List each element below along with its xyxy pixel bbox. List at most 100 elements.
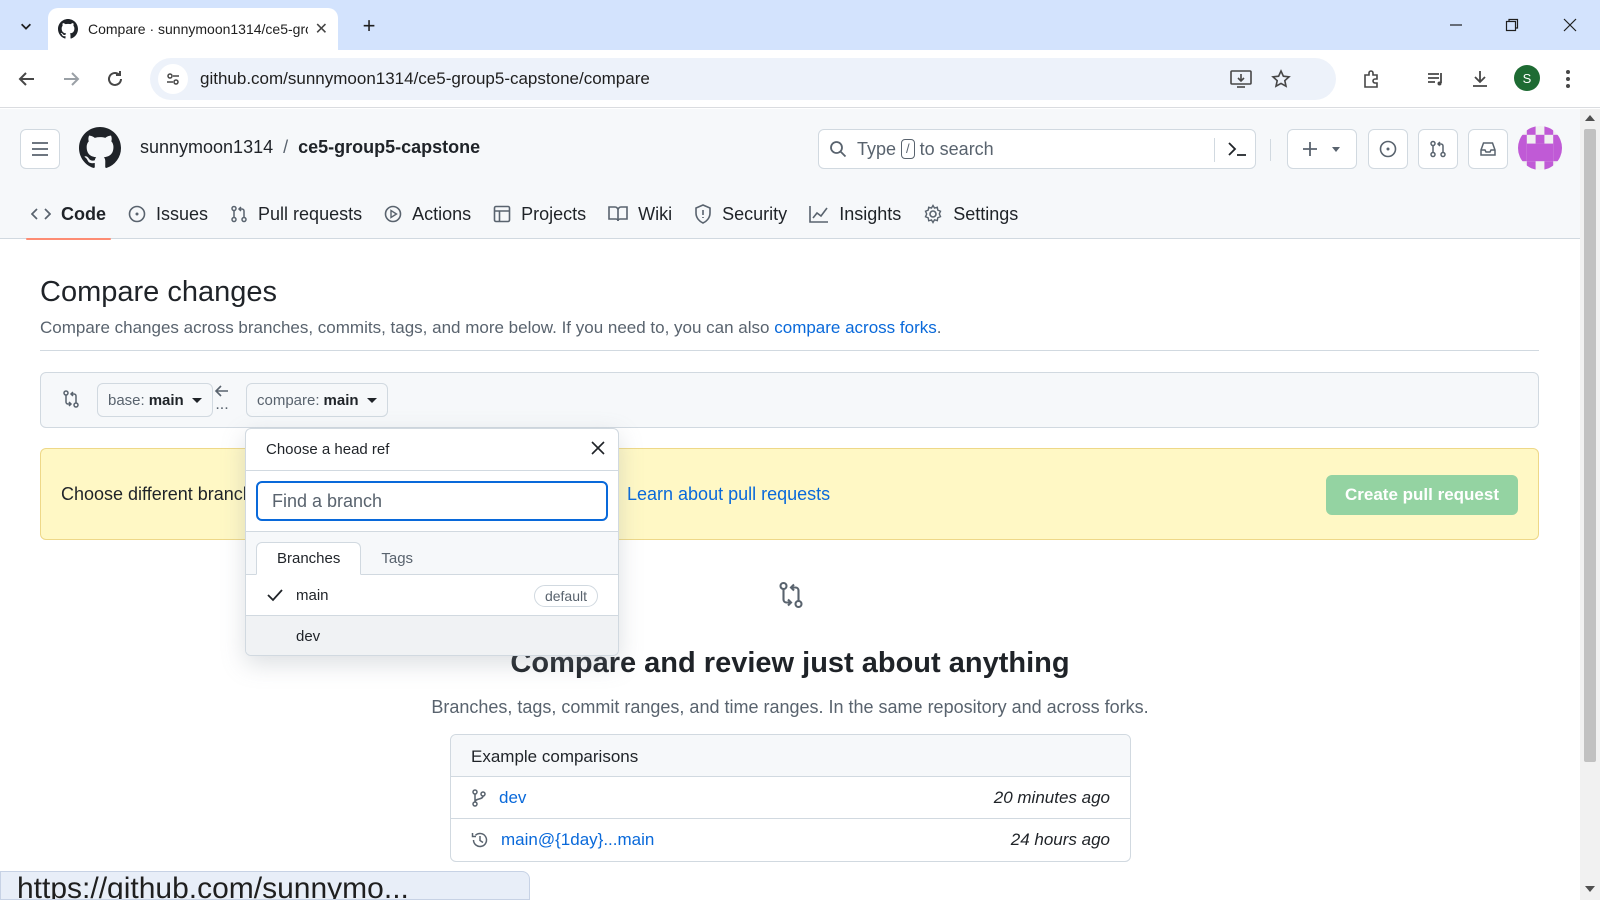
check-icon — [266, 587, 286, 603]
tab-wiki-label: Wiki — [638, 203, 673, 224]
list-item[interactable]: dev 20 minutes ago — [451, 777, 1130, 819]
branch-item-main[interactable]: main default — [246, 575, 618, 616]
browser-menu-button[interactable] — [1552, 63, 1584, 95]
graph-icon — [809, 206, 829, 223]
pull-requests-button[interactable] — [1418, 129, 1458, 169]
minimize-window-button[interactable] — [1436, 10, 1476, 40]
close-window-button[interactable] — [1550, 10, 1590, 40]
search-suffix: to search — [919, 138, 994, 159]
tab-wiki[interactable]: Wiki — [597, 189, 683, 239]
browser-tab-title: Compare · sunnymoon1314/ce5-group5-capst… — [88, 21, 308, 37]
github-header: sunnymoon1314 / ce5-group5-capstone Type… — [0, 109, 1580, 240]
blank-state-title: Compare and review just about anything — [510, 647, 1070, 679]
more-vertical-icon — [1566, 70, 1570, 88]
tab-search-button[interactable] — [10, 10, 42, 42]
github-logo-icon[interactable] — [79, 127, 121, 169]
extensions-button[interactable] — [1356, 63, 1388, 95]
compare-branch-select[interactable]: compare: main — [246, 383, 388, 417]
dropdown-title: Choose a head ref — [266, 441, 390, 458]
issue-icon — [1379, 140, 1397, 158]
media-control-button[interactable] — [1420, 63, 1452, 95]
tab-pull-requests-label: Pull requests — [258, 203, 363, 224]
list-item[interactable]: main@{1day}...main 24 hours ago — [451, 819, 1130, 861]
close-icon[interactable] — [590, 440, 606, 456]
example-comparisons: Example comparisons dev 20 minutes ago m… — [450, 734, 1131, 862]
tab-projects[interactable]: Projects — [482, 189, 597, 239]
reload-icon — [108, 71, 122, 86]
learn-pull-requests-link[interactable]: Learn about pull requests — [627, 484, 830, 505]
tab-issues[interactable]: Issues — [117, 189, 219, 239]
compare-across-forks-link[interactable]: compare across forks — [774, 318, 937, 337]
header-divider — [1270, 139, 1271, 161]
github-favicon-icon — [58, 19, 78, 39]
breadcrumb-separator: / — [283, 137, 289, 157]
page-scrollbar[interactable] — [1580, 109, 1600, 900]
scroll-down-arrow-icon[interactable] — [1585, 886, 1595, 892]
tab-settings[interactable]: Settings — [912, 189, 1029, 239]
compare-arrows-icon — [63, 390, 79, 408]
example-link[interactable]: dev — [499, 788, 526, 808]
address-bar[interactable]: github.com/sunnymoon1314/ce5-group5-caps… — [150, 58, 1336, 100]
arrow-right-icon — [64, 72, 80, 86]
dropdown-header: Choose a head ref — [246, 429, 618, 471]
compare-arrows-icon — [779, 581, 803, 609]
close-icon — [1563, 18, 1577, 32]
tab-actions[interactable]: Actions — [373, 189, 482, 239]
global-search-input[interactable]: Type / to search — [818, 129, 1256, 169]
tab-code[interactable]: Code — [20, 189, 117, 240]
tab-insights-label: Insights — [839, 203, 902, 224]
bookmark-button[interactable] — [1268, 66, 1294, 92]
restore-icon — [1505, 18, 1519, 32]
page-subtitle-text: Compare changes across branches, commits… — [40, 318, 770, 337]
command-palette-icon[interactable] — [1226, 139, 1248, 159]
branch-filter-input[interactable] — [256, 481, 608, 521]
base-branch-select[interactable]: base: main — [97, 383, 213, 417]
install-app-button[interactable] — [1228, 66, 1254, 92]
page-title: Compare changes — [40, 276, 277, 308]
repo-name-link[interactable]: ce5-group5-capstone — [298, 137, 480, 158]
tab-pull-requests[interactable]: Pull requests — [219, 189, 373, 239]
search-placeholder: Type / to search — [857, 139, 994, 160]
browser-tab-active[interactable]: Compare · sunnymoon1314/ce5-group5-capst… — [48, 8, 338, 50]
create-pull-request-button[interactable]: Create pull request — [1326, 475, 1518, 515]
browser-profile-avatar[interactable]: S — [1514, 65, 1540, 91]
range-editor: base: main ... compare: main — [40, 372, 1539, 428]
repo-nav: Code Issues Pull requests Actions Projec… — [20, 189, 1029, 240]
page-subtitle: Compare changes across branches, commits… — [40, 318, 941, 338]
scrollbar-thumb[interactable] — [1584, 129, 1596, 762]
branch-item-label: dev — [296, 628, 321, 645]
reload-button[interactable] — [98, 62, 132, 96]
site-info-button[interactable] — [158, 64, 188, 94]
back-button[interactable] — [10, 62, 44, 96]
browser-toolbar: github.com/sunnymoon1314/ce5-group5-caps… — [0, 50, 1600, 108]
create-new-button[interactable] — [1287, 129, 1357, 169]
close-tab-icon[interactable]: ✕ — [315, 19, 328, 39]
scroll-up-arrow-icon[interactable] — [1585, 115, 1595, 121]
flash-message: Choose different branch — [61, 484, 253, 504]
user-avatar[interactable] — [1518, 126, 1562, 170]
issues-button[interactable] — [1368, 129, 1408, 169]
tab-branches[interactable]: Branches — [256, 542, 362, 575]
tab-insights[interactable]: Insights — [798, 189, 912, 239]
global-menu-button[interactable] — [20, 129, 60, 169]
url-text[interactable]: github.com/sunnymoon1314/ce5-group5-caps… — [200, 69, 650, 89]
star-icon — [1271, 69, 1291, 88]
tab-security[interactable]: Security — [683, 189, 798, 239]
music-queue-icon — [1428, 73, 1442, 86]
repo-owner-link[interactable]: sunnymoon1314 — [140, 137, 273, 158]
pull-request-icon — [1430, 140, 1446, 158]
shield-icon — [695, 204, 711, 224]
forward-button[interactable] — [54, 62, 88, 96]
example-time: 24 hours ago — [1010, 830, 1110, 849]
inbox-button[interactable] — [1468, 129, 1508, 169]
example-link[interactable]: main@{1day}...main — [501, 830, 654, 850]
code-icon — [31, 208, 51, 220]
inbox-icon — [1480, 142, 1496, 156]
branch-item-dev[interactable]: dev — [246, 616, 618, 655]
new-tab-button[interactable]: + — [355, 12, 383, 40]
tab-tags[interactable]: Tags — [361, 542, 433, 575]
hamburger-icon — [32, 142, 48, 156]
downloads-button[interactable] — [1464, 63, 1496, 95]
restore-window-button[interactable] — [1492, 10, 1532, 40]
plus-icon — [1303, 142, 1317, 156]
